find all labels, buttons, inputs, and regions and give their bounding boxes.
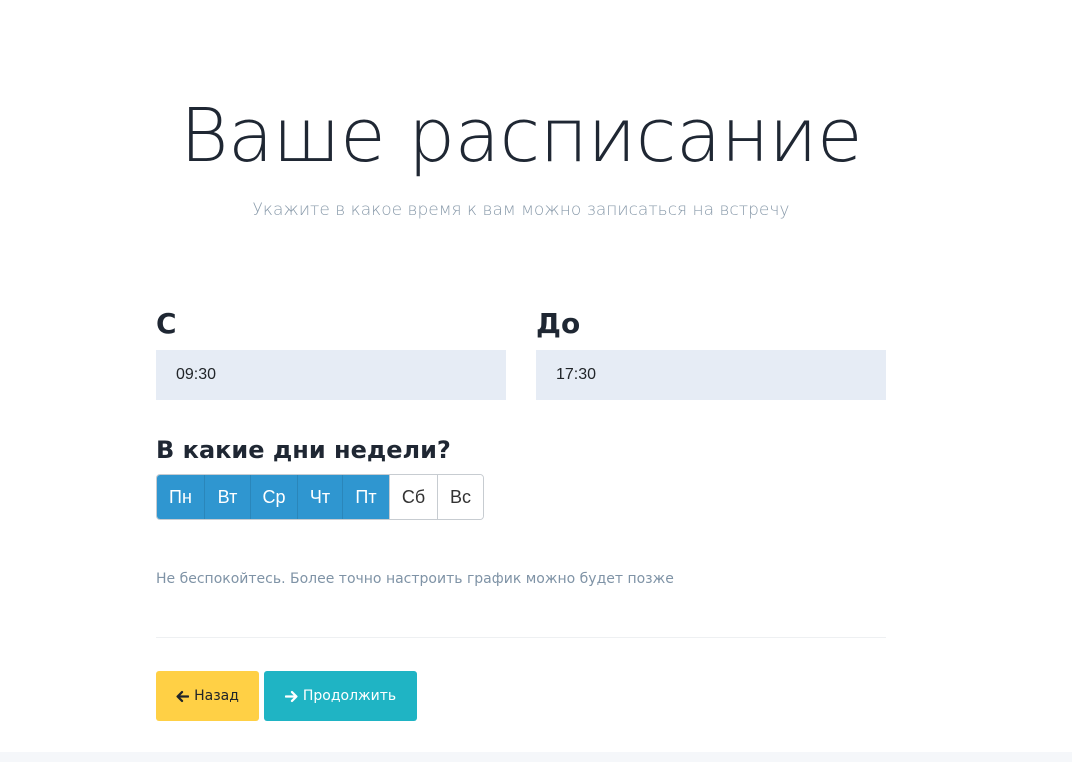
page-subtitle: Укажите в какое время к вам можно записа… — [252, 200, 790, 220]
weekday-toggle-group: Пн Вт Ср Чт Пт Сб Вс — [156, 474, 484, 520]
back-button-label: Назад — [194, 688, 239, 704]
day-toggle-sat[interactable]: Сб — [389, 475, 437, 519]
page-title: Ваше расписание — [180, 93, 863, 179]
footer-band — [0, 752, 1072, 762]
time-to-label: До — [536, 307, 581, 340]
schedule-hint: Не беспокойтесь. Более точно настроить г… — [156, 571, 674, 587]
day-toggle-tue[interactable]: Вт — [204, 475, 250, 519]
time-to-input[interactable] — [536, 350, 886, 400]
continue-button-label: Продолжить — [302, 688, 397, 704]
day-toggle-thu[interactable]: Чт — [297, 475, 342, 519]
day-toggle-mon[interactable]: Пн — [157, 475, 204, 519]
back-button[interactable]: Назад — [156, 671, 259, 721]
arrow-right-icon — [284, 690, 298, 703]
continue-button[interactable]: Продолжить — [264, 671, 417, 721]
day-toggle-sun[interactable]: Вс — [437, 475, 483, 519]
weekdays-heading: В какие дни недели? — [156, 436, 451, 464]
arrow-left-icon — [176, 690, 190, 703]
time-from-label: С — [156, 307, 177, 340]
time-from-input[interactable] — [156, 350, 506, 400]
day-toggle-wed[interactable]: Ср — [250, 475, 297, 519]
schedule-page: Ваше расписание Укажите в какое время к … — [0, 0, 1072, 762]
day-toggle-fri[interactable]: Пт — [342, 475, 389, 519]
form-divider — [156, 637, 886, 638]
